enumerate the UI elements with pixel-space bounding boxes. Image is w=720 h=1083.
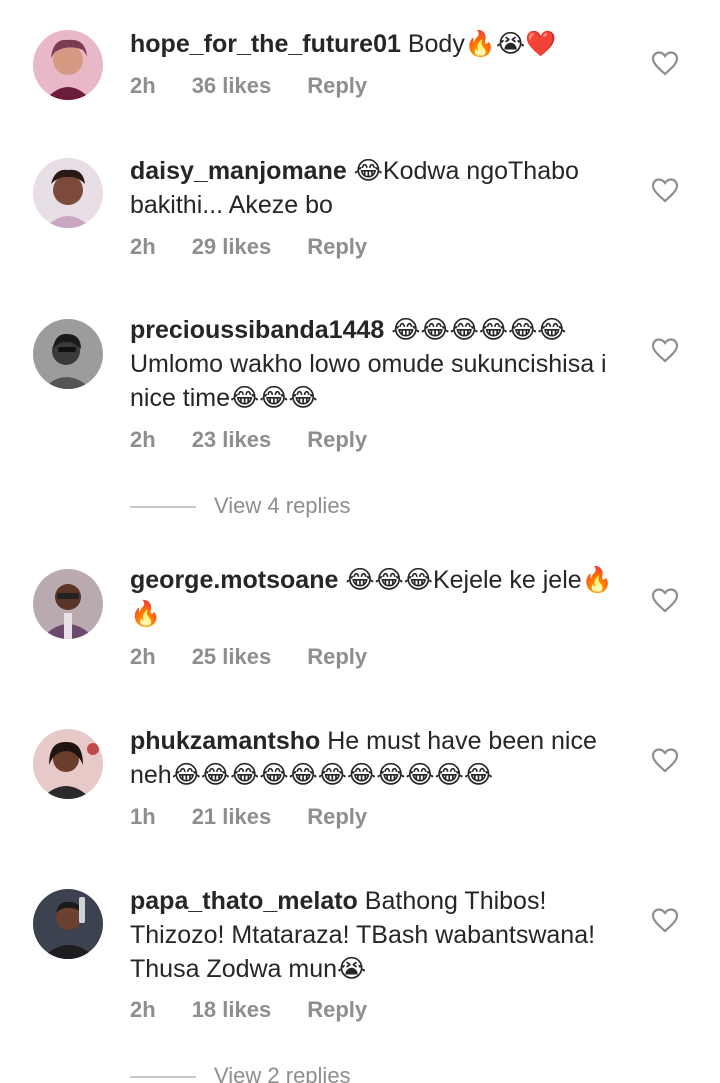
view-replies-button[interactable]: View 2 replies	[130, 1063, 530, 1083]
reply-button[interactable]: Reply	[307, 73, 367, 99]
replies-divider	[130, 506, 196, 509]
avatar[interactable]	[33, 889, 103, 959]
like-heart-icon[interactable]	[651, 50, 679, 76]
view-replies-button[interactable]: View 4 replies	[130, 493, 530, 527]
comment-username[interactable]: george.motsoane	[130, 566, 338, 594]
comment-text: phukzamantsho He must have been nice neh…	[130, 724, 630, 792]
avatar-image	[33, 30, 103, 100]
comment-meta: 2h 36 likes Reply	[130, 73, 367, 99]
comment-text: precioussibanda1448 😂😂😂😂😂😂Umlomo wakho l…	[130, 313, 630, 415]
comment-time: 1h	[130, 804, 156, 829]
comment-meta: 2h 29 likes Reply	[130, 234, 367, 260]
comment-text: hope_for_the_future01 Body🔥😭❤️	[130, 27, 630, 61]
view-replies-label[interactable]: View 2 replies	[214, 1063, 351, 1083]
comment-meta: 1h 21 likes Reply	[130, 804, 367, 830]
comment-time: 2h	[130, 234, 156, 259]
like-heart-icon[interactable]	[651, 587, 679, 613]
replies-divider	[130, 1076, 196, 1079]
comment-time: 2h	[130, 997, 156, 1022]
comment-likes[interactable]: 21 likes	[192, 804, 272, 830]
comment-likes[interactable]: 29 likes	[192, 234, 272, 260]
avatar[interactable]	[33, 569, 103, 639]
comment-username[interactable]: hope_for_the_future01	[130, 30, 401, 58]
comment-likes[interactable]: 23 likes	[192, 427, 272, 453]
comment-username[interactable]: papa_thato_melato	[130, 887, 358, 915]
comment-meta: 2h 25 likes Reply	[130, 644, 367, 670]
avatar-image	[33, 889, 103, 959]
comment-likes[interactable]: 36 likes	[192, 73, 272, 99]
reply-button[interactable]: Reply	[307, 234, 367, 260]
comment-meta: 2h 18 likes Reply	[130, 997, 367, 1023]
avatar-image	[33, 158, 103, 228]
comment-username[interactable]: precioussibanda1448	[130, 316, 384, 344]
avatar[interactable]	[33, 30, 103, 100]
comment-likes[interactable]: 25 likes	[192, 644, 272, 670]
avatar-image	[33, 729, 103, 799]
avatar[interactable]	[33, 729, 103, 799]
avatar-image	[33, 569, 103, 639]
comment-username[interactable]: phukzamantsho	[130, 727, 320, 755]
avatar[interactable]	[33, 158, 103, 228]
reply-button[interactable]: Reply	[307, 997, 367, 1023]
comment-time: 2h	[130, 427, 156, 452]
comment-username[interactable]: daisy_manjomane	[130, 157, 347, 185]
avatar[interactable]	[33, 319, 103, 389]
reply-button[interactable]: Reply	[307, 427, 367, 453]
comment-time: 2h	[130, 644, 156, 669]
view-replies-label[interactable]: View 4 replies	[214, 493, 351, 518]
comment-text: papa_thato_melato Bathong Thibos! Thizoz…	[130, 884, 630, 986]
reply-button[interactable]: Reply	[307, 644, 367, 670]
comment-meta: 2h 23 likes Reply	[130, 427, 367, 453]
comment-likes[interactable]: 18 likes	[192, 997, 272, 1023]
reply-button[interactable]: Reply	[307, 804, 367, 830]
avatar-image	[33, 319, 103, 389]
like-heart-icon[interactable]	[651, 907, 679, 933]
comment-text: george.motsoane 😂😂😂Kejele ke jele🔥🔥	[130, 563, 630, 631]
comment-time: 2h	[130, 73, 156, 98]
like-heart-icon[interactable]	[651, 337, 679, 363]
like-heart-icon[interactable]	[651, 747, 679, 773]
comment-text: daisy_manjomane 😂Kodwa ngoThabo bakithi.…	[130, 154, 630, 222]
comment-body: Body🔥😭❤️	[400, 30, 557, 58]
like-heart-icon[interactable]	[651, 177, 679, 203]
